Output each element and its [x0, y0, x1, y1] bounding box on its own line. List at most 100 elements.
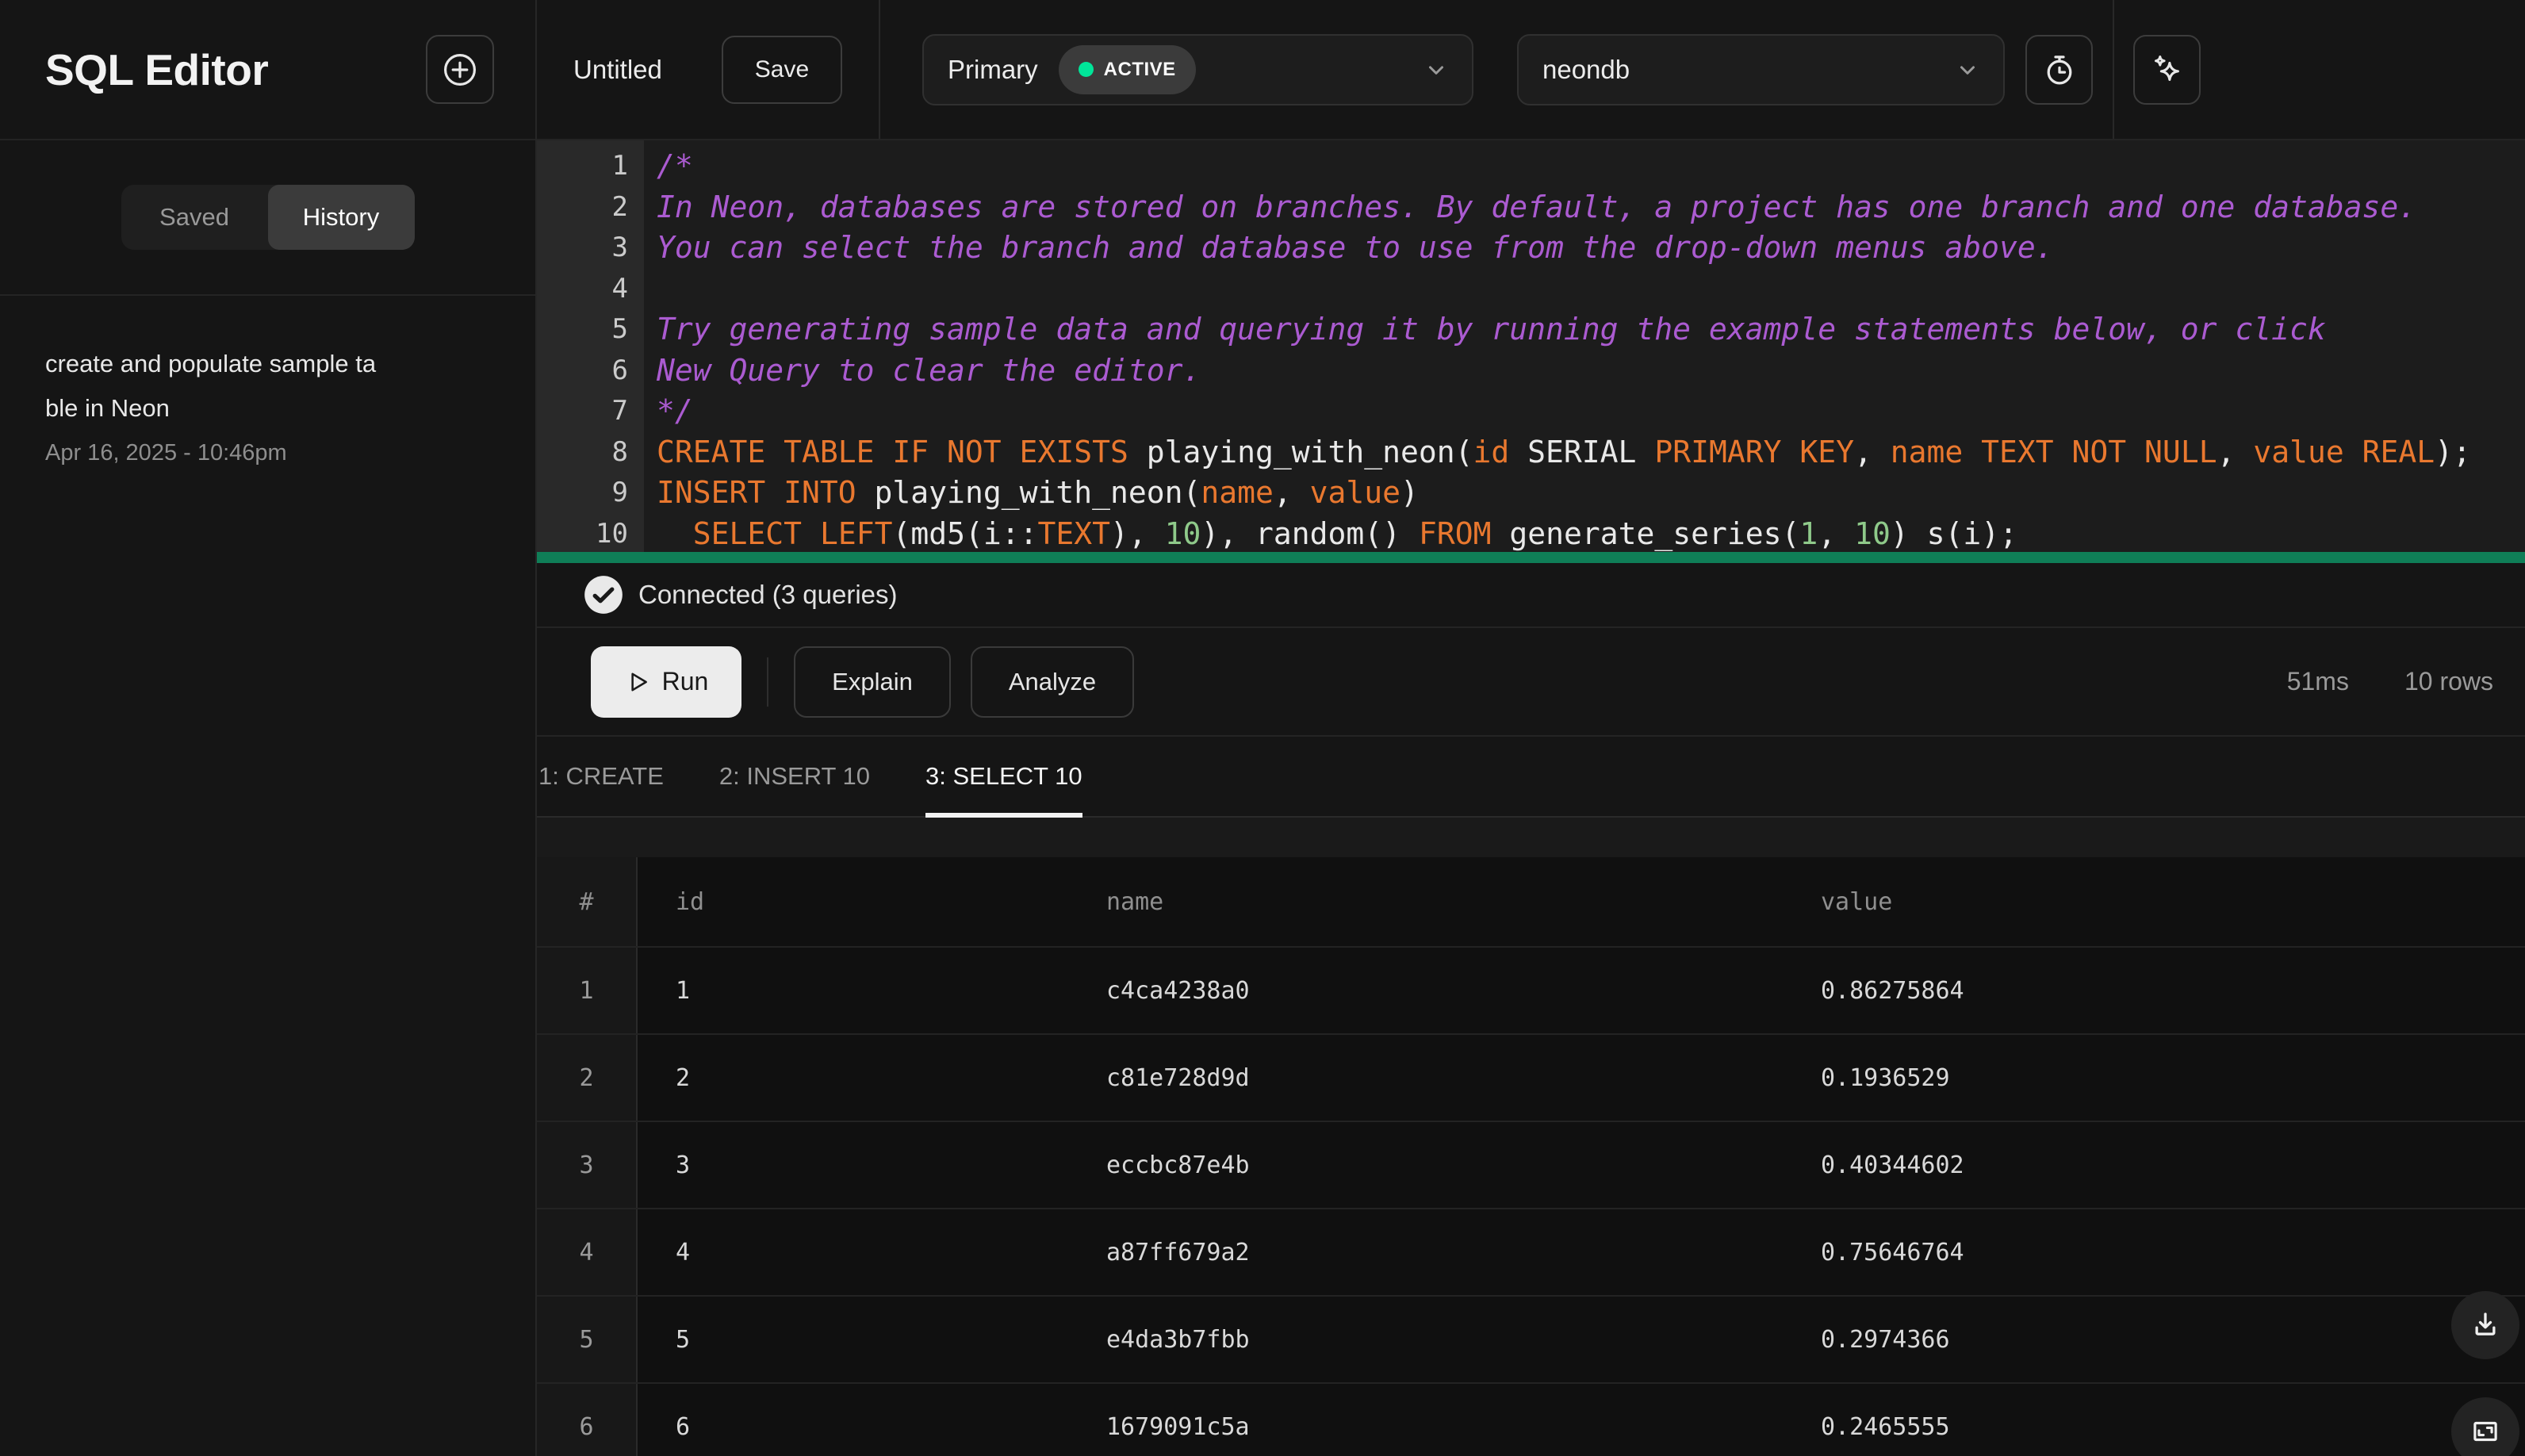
- table-cell: c4ca4238a0: [1068, 948, 1783, 1033]
- row-index: 1: [537, 948, 638, 1033]
- explain-button[interactable]: Explain: [794, 646, 951, 718]
- database-label: neondb: [1542, 54, 1630, 84]
- code-line[interactable]: /*: [657, 146, 2525, 187]
- query-group: Untitled Save: [537, 0, 880, 139]
- table-cell: 0.86275864: [1783, 948, 2525, 1033]
- column-header: id: [638, 857, 1068, 946]
- table-row: 3 3 eccbc87e4b 0.40344602: [537, 1121, 2525, 1208]
- sql-editor: 1 2 3 4 5 6 7 8 9 10 /* In Neon, databases are sto…: [537, 140, 2525, 552]
- branch-label: Primary: [948, 54, 1038, 84]
- line-number: 6: [611, 354, 628, 386]
- table-cell: 6: [638, 1384, 1068, 1456]
- history-item-title: create and populate sample ta ble in Neo…: [45, 350, 377, 422]
- column-header: value: [1783, 857, 2525, 946]
- code-line[interactable]: SELECT LEFT(md5(i::TEXT), 10), random() …: [657, 514, 2525, 553]
- result-tab[interactable]: 2: INSERT 10: [719, 737, 870, 816]
- results-panel: # id name value 1 1 c4ca4238a0 0.86275864 2 2 c81…: [537, 818, 2525, 1456]
- line-number: 4: [611, 272, 628, 305]
- download-results-button[interactable]: [2451, 1291, 2519, 1359]
- table-cell: 3: [638, 1122, 1068, 1208]
- table-cell: a87ff679a2: [1068, 1209, 1783, 1295]
- sidebar-tab-saved[interactable]: Saved: [121, 185, 268, 250]
- line-number: 8: [611, 435, 628, 468]
- table-cell: c81e728d9d: [1068, 1035, 1783, 1121]
- table-row: 5 5 e4da3b7fbb 0.2974366: [537, 1295, 2525, 1382]
- branch-status-badge: ACTIVE: [1058, 44, 1196, 94]
- table-body: 1 1 c4ca4238a0 0.86275864 2 2 c81e728d9d 0.1936…: [537, 946, 2525, 1456]
- topbar: Untitled Save Primary ACTIVE neondb: [537, 0, 2525, 140]
- saved-history-toggle: Saved History: [121, 185, 415, 250]
- row-index: 2: [537, 1035, 638, 1121]
- table-cell: 1679091c5a: [1068, 1384, 1783, 1456]
- sidebar: SQL Editor Saved History create and popu…: [0, 0, 537, 1456]
- stopwatch-icon: [2041, 52, 2078, 88]
- line-number: 1: [611, 150, 628, 182]
- check-circle-icon: [583, 574, 624, 615]
- table-cell: 2: [638, 1035, 1068, 1121]
- line-number: 2: [611, 190, 628, 223]
- analyze-button[interactable]: Analyze: [971, 646, 1134, 718]
- table-row: 2 2 c81e728d9d 0.1936529: [537, 1033, 2525, 1121]
- table-cell: 5: [638, 1297, 1068, 1382]
- table-cell: e4da3b7fbb: [1068, 1297, 1783, 1382]
- page-title: SQL Editor: [45, 44, 269, 94]
- line-number: 9: [611, 477, 628, 508]
- play-icon: [624, 669, 651, 695]
- history-item-date: Apr 16, 2025 - 10:46pm: [45, 440, 287, 466]
- table-row: 4 4 a87ff679a2 0.75646764: [537, 1208, 2525, 1295]
- column-header: name: [1068, 857, 1783, 946]
- table-header: # id name value: [537, 857, 2525, 946]
- code-line[interactable]: INSERT INTO playing_with_neon(name, valu…: [657, 473, 2525, 514]
- row-index: 6: [537, 1384, 638, 1456]
- new-query-button[interactable]: [426, 35, 494, 104]
- line-number: 10: [596, 517, 628, 550]
- editor-gutter: 1 2 3 4 5 6 7 8 9 10: [537, 140, 644, 552]
- row-index: 5: [537, 1297, 638, 1382]
- code-line[interactable]: CREATE TABLE IF NOT EXISTS playing_with_…: [657, 432, 2525, 473]
- row-index: 3: [537, 1122, 638, 1208]
- actions-divider: [767, 657, 768, 707]
- code-line[interactable]: You can select the branch and database t…: [657, 228, 2525, 269]
- result-tab[interactable]: 3: SELECT 10: [925, 737, 1082, 818]
- table-cell: 0.1936529: [1783, 1035, 2525, 1121]
- table-cell: 0.2465555: [1783, 1384, 2525, 1456]
- editor-code[interactable]: /* In Neon, databases are stored on branc…: [644, 140, 2525, 552]
- download-icon: [2469, 1308, 2502, 1342]
- table-cell: 1: [638, 948, 1068, 1033]
- result-tabs: 1: CREATE 2: INSERT 10 3: SELECT 10: [537, 737, 2525, 818]
- row-index: 4: [537, 1209, 638, 1295]
- code-line[interactable]: [657, 269, 2525, 310]
- topbar-divider: [2113, 0, 2114, 139]
- database-select[interactable]: neondb: [1517, 33, 2005, 105]
- save-button[interactable]: Save: [722, 35, 842, 104]
- table-row: 6 6 1679091c5a 0.2465555: [537, 1382, 2525, 1456]
- run-button[interactable]: Run: [591, 646, 741, 718]
- sidebar-tab-history[interactable]: History: [267, 185, 415, 250]
- branch-select[interactable]: Primary ACTIVE: [922, 33, 1473, 105]
- actions-row: Run Explain Analyze 51ms 10 rows: [537, 628, 2525, 737]
- line-number: 7: [611, 395, 628, 427]
- code-line[interactable]: In Neon, databases are stored on branche…: [657, 187, 2525, 228]
- chevron-down-icon: [1424, 58, 1448, 82]
- connection-status: Connected (3 queries): [537, 563, 2525, 628]
- plus-circle-icon: [441, 51, 479, 89]
- code-line[interactable]: */: [657, 391, 2525, 432]
- status-dot: [1078, 62, 1094, 77]
- code-line[interactable]: Try generating sample data and querying …: [657, 309, 2525, 351]
- results-table: # id name value 1 1 c4ca4238a0 0.86275864 2 2 c81…: [537, 857, 2525, 1456]
- run-button-label: Run: [661, 667, 709, 695]
- query-name[interactable]: Untitled: [573, 55, 662, 85]
- sidebar-tabs: Saved History: [0, 140, 535, 296]
- query-history-button[interactable]: [2025, 34, 2093, 105]
- main-panel: Untitled Save Primary ACTIVE neondb 1 2 …: [537, 0, 2525, 1456]
- branch-status-text: ACTIVE: [1103, 58, 1176, 80]
- table-row: 1 1 c4ca4238a0 0.86275864: [537, 946, 2525, 1033]
- editor-divider: [537, 552, 2525, 563]
- code-line[interactable]: New Query to clear the editor.: [657, 351, 2525, 392]
- ai-assist-button[interactable]: [2133, 34, 2201, 105]
- topbar-selectors: Primary ACTIVE neondb: [880, 0, 2525, 139]
- table-cell: 0.40344602: [1783, 1122, 2525, 1208]
- result-tab[interactable]: 1: CREATE: [538, 737, 664, 816]
- sparkles-icon: [2149, 52, 2186, 88]
- history-item[interactable]: create and populate sample ta ble in Neo…: [45, 342, 490, 466]
